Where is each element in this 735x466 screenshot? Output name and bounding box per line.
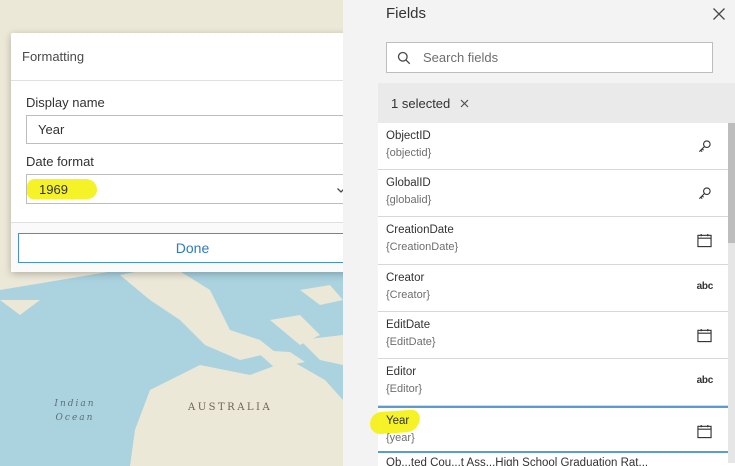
- dialog-footer: Done: [11, 222, 375, 272]
- close-icon[interactable]: [460, 99, 469, 108]
- date-format-value: 1969: [39, 182, 68, 197]
- panel-header: Fields: [343, 0, 735, 32]
- field-row-editor[interactable]: Editor {Editor} abc: [378, 358, 735, 407]
- field-name: Editor: [386, 365, 417, 378]
- field-key: {EditDate}: [386, 335, 436, 348]
- string-type-icon: abc: [696, 280, 714, 292]
- field-row-creationdate[interactable]: CreationDate {CreationDate}: [378, 217, 735, 265]
- map-label-ocean: Indian Ocean: [54, 399, 96, 423]
- close-icon[interactable]: [712, 7, 726, 21]
- field-list: ObjectID {objectid} GlobalID {globalid} …: [369, 123, 735, 466]
- calendar-icon: [697, 425, 712, 439]
- field-name: GlobalID: [386, 177, 431, 190]
- selection-bar: 1 selected: [378, 83, 735, 123]
- field-key: {CreationDate}: [386, 241, 459, 254]
- field-name: Year: [386, 415, 410, 428]
- selected-chip[interactable]: 1 selected: [382, 91, 478, 116]
- field-key: {Creator}: [386, 288, 431, 301]
- fields-panel: Fields 1 selected ObjectID {objectid}: [343, 0, 735, 466]
- scroll-thumb[interactable]: [728, 123, 735, 243]
- dialog-body: Display name Date format 1969: [11, 81, 375, 204]
- calendar-icon: [697, 234, 712, 248]
- dialog-header: Formatting: [11, 33, 375, 81]
- search-field[interactable]: [386, 42, 713, 73]
- field-row-partial[interactable]: Ob...ted Cou...t Ass...High School Gradu…: [378, 453, 735, 466]
- field-row-year[interactable]: Year {year}: [369, 406, 735, 454]
- key-icon: [698, 140, 711, 153]
- selected-count: 1 selected: [391, 96, 451, 111]
- field-key: {objectid}: [386, 147, 432, 159]
- field-row-globalid[interactable]: GlobalID {globalid}: [378, 170, 735, 218]
- field-key: {Editor}: [386, 382, 423, 395]
- field-row-creator[interactable]: Creator {Creator} abc: [378, 264, 735, 312]
- date-format-select[interactable]: 1969: [26, 174, 360, 204]
- field-name: Ob...ted Cou...t Ass...High School Gradu…: [386, 457, 649, 466]
- display-name-label: Display name: [26, 95, 105, 110]
- search-input[interactable]: [423, 43, 703, 72]
- done-button[interactable]: Done: [18, 233, 367, 263]
- panel-title: Fields: [386, 5, 427, 22]
- display-name-input[interactable]: [26, 115, 360, 144]
- date-format-label: Date format: [26, 154, 94, 169]
- search-icon: [397, 51, 411, 65]
- key-icon: [698, 187, 711, 200]
- field-key: {globalid}: [386, 194, 432, 207]
- map-label-country: AUSTRALIA: [188, 402, 273, 413]
- field-list-scrollbar[interactable]: [728, 123, 735, 463]
- dialog-title: Formatting: [22, 49, 85, 64]
- formatting-dialog: Formatting Display name Date format 1969…: [11, 33, 375, 272]
- field-name: CreationDate: [386, 224, 454, 237]
- string-type-icon: abc: [696, 374, 714, 386]
- field-name: EditDate: [386, 318, 431, 331]
- field-row-objectid[interactable]: ObjectID {objectid}: [378, 123, 735, 171]
- field-name: Creator: [386, 271, 425, 284]
- calendar-icon: [697, 328, 712, 342]
- field-row-editdate[interactable]: EditDate {EditDate}: [378, 311, 735, 359]
- field-key: {year}: [386, 432, 415, 445]
- field-name: ObjectID: [386, 130, 431, 142]
